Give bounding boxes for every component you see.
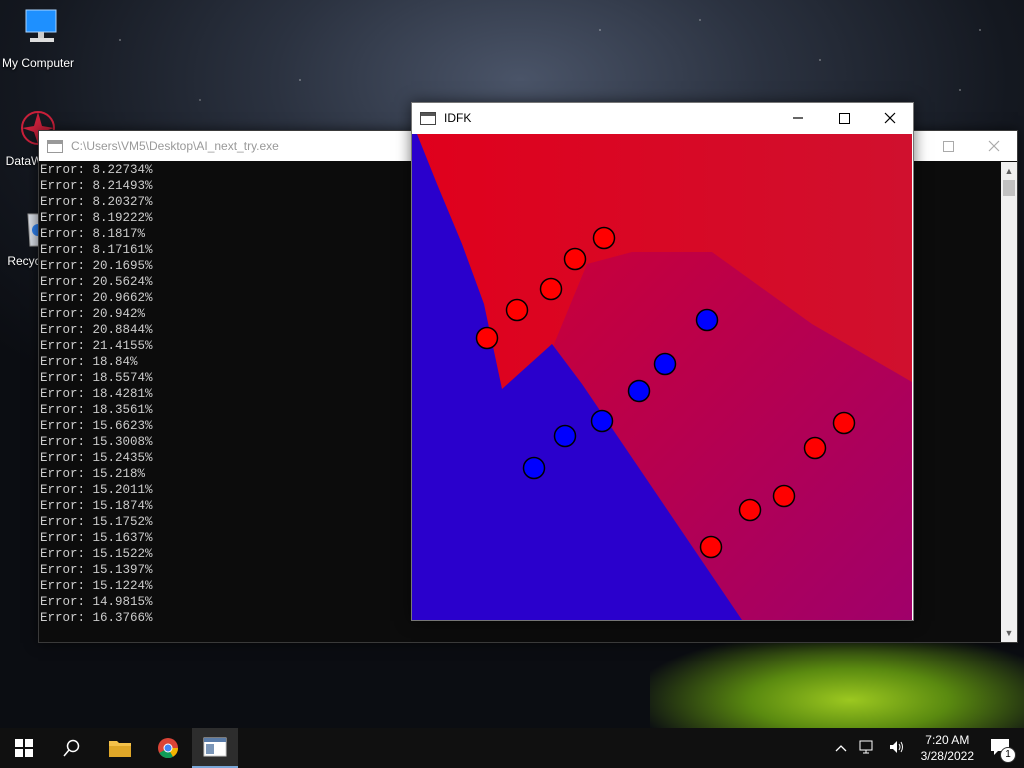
data-point-red <box>539 277 563 301</box>
console-app-icon <box>47 139 63 153</box>
clock-date: 3/28/2022 <box>920 749 974 763</box>
data-point-blue <box>653 352 677 376</box>
data-point-blue <box>522 456 546 480</box>
notification-badge: 1 <box>1000 746 1016 763</box>
scroll-up-icon[interactable]: ▲ <box>1001 162 1017 180</box>
data-point-red <box>832 411 856 435</box>
network-button[interactable] <box>853 740 883 757</box>
computer-icon <box>25 9 57 42</box>
tray-chevron-button[interactable] <box>829 741 853 755</box>
window-app-icon <box>420 111 436 125</box>
taskbar-clock[interactable]: 7:20 AM 3/28/2022 <box>911 732 984 764</box>
data-point-red <box>699 535 723 559</box>
desktop-icon-label: My Computer <box>1 56 75 70</box>
desktop-icon-label: DataW <box>5 154 43 168</box>
search-icon <box>63 739 80 757</box>
close-icon <box>988 140 1000 152</box>
wallpaper-tent <box>650 640 1024 728</box>
data-point-red <box>803 436 827 460</box>
data-point-red <box>738 498 762 522</box>
data-point-blue <box>553 424 577 448</box>
system-tray: 7:20 AM 3/28/2022 1 <box>829 728 1024 768</box>
scroll-thumb[interactable] <box>1003 180 1015 196</box>
maximize-icon <box>942 140 954 152</box>
search-button[interactable] <box>48 728 96 768</box>
close-icon <box>884 112 896 124</box>
data-point-red <box>563 247 587 271</box>
chrome-button[interactable] <box>144 728 192 768</box>
taskbar: 7:20 AM 3/28/2022 1 <box>0 728 1024 768</box>
console-app-icon <box>203 737 227 757</box>
desktop-icon-label: Recyc <box>7 254 41 268</box>
scroll-down-icon[interactable]: ▼ <box>1001 624 1017 642</box>
desktop-icon-my-computer[interactable]: My Computer <box>0 8 76 70</box>
data-point-blue <box>695 308 719 332</box>
idfk-minimize-button[interactable] <box>775 103 821 133</box>
volume-button[interactable] <box>883 740 911 757</box>
console-title: C:\Users\VM5\Desktop\AI_next_try.exe <box>71 139 279 153</box>
console-scrollbar[interactable]: ▲ ▼ <box>1001 162 1017 642</box>
decision-boundary-canvas <box>412 134 912 620</box>
data-point-red <box>505 298 529 322</box>
minimize-icon <box>793 117 803 119</box>
idfk-titlebar[interactable]: IDFK <box>412 103 913 133</box>
idfk-title: IDFK <box>444 111 472 125</box>
data-point-red <box>475 326 499 350</box>
volume-icon <box>889 740 903 753</box>
console-taskbar-button[interactable] <box>192 728 238 768</box>
idfk-close-button[interactable] <box>867 103 913 133</box>
console-close-button[interactable] <box>971 131 1017 161</box>
maximize-icon <box>838 112 850 124</box>
data-point-red <box>592 226 616 250</box>
idfk-maximize-button[interactable] <box>821 103 867 133</box>
data-point-red <box>772 484 796 508</box>
folder-icon <box>109 741 131 757</box>
chrome-icon <box>158 738 179 759</box>
chevron-up-icon <box>835 745 847 752</box>
start-button[interactable] <box>0 728 48 768</box>
console-maximize-button[interactable] <box>925 131 971 161</box>
network-icon <box>859 740 873 753</box>
data-point-blue <box>627 379 651 403</box>
file-explorer-button[interactable] <box>96 728 144 768</box>
notification-center-button[interactable]: 1 <box>984 738 1024 763</box>
windows-start-icon <box>15 739 33 757</box>
data-point-blue <box>590 409 614 433</box>
idfk-window[interactable]: IDFK <box>411 102 914 621</box>
clock-time: 7:20 AM <box>925 733 970 747</box>
